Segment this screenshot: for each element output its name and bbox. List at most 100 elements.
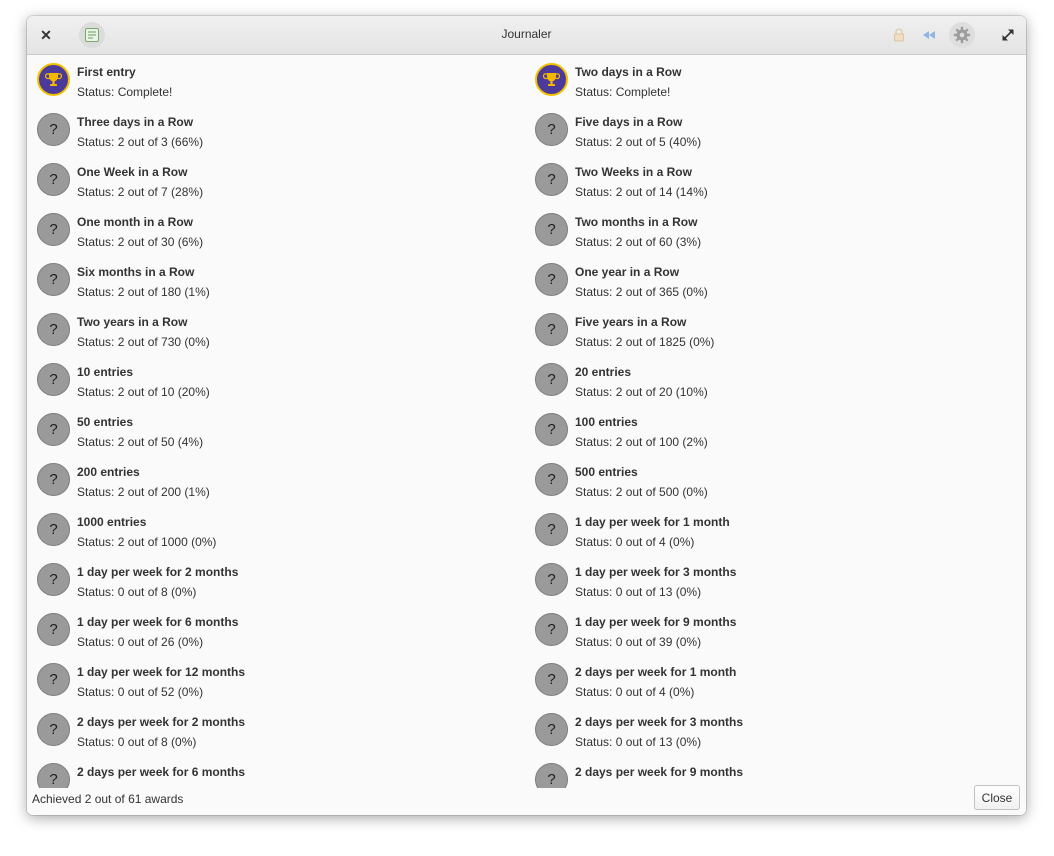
question-mark-icon xyxy=(535,463,568,496)
question-mark-icon xyxy=(37,263,70,296)
question-mark-icon xyxy=(535,713,568,746)
award-item: 2 days per week for 9 months xyxy=(525,755,1023,788)
award-item: One year in a Row Status: 2 out of 365 (0… xyxy=(525,255,1023,305)
question-mark-icon xyxy=(37,763,70,788)
award-status: Status: 0 out of 8 (0%) xyxy=(77,585,197,599)
award-item: First entry Status: Complete! xyxy=(27,55,525,105)
award-status: Status: 0 out of 26 (0%) xyxy=(77,635,204,649)
award-status: Status: 0 out of 13 (0%) xyxy=(575,735,702,749)
award-item: 50 entries Status: 2 out of 50 (4%) xyxy=(27,405,525,455)
question-mark-icon xyxy=(535,163,568,196)
award-status: Status: 2 out of 7 (28%) xyxy=(77,185,204,199)
award-name: 20 entries xyxy=(575,365,632,379)
award-item: Five days in a Row Status: 2 out of 5 (40… xyxy=(525,105,1023,155)
question-mark-icon xyxy=(535,313,568,346)
award-status: Status: 2 out of 3 (66%) xyxy=(77,135,204,149)
question-mark-icon xyxy=(535,763,568,788)
question-mark-icon xyxy=(535,663,568,696)
award-item: 1 day per week for 12 months Status: 0 ou… xyxy=(27,655,525,705)
award-status: Status: 2 out of 100 (2%) xyxy=(575,435,708,449)
award-name: 1 day per week for 9 months xyxy=(575,615,737,629)
award-name: 2 days per week for 2 months xyxy=(77,715,246,729)
question-mark-icon xyxy=(535,513,568,546)
question-mark-icon xyxy=(37,413,70,446)
question-mark-icon xyxy=(535,563,568,596)
award-name: 200 entries xyxy=(77,465,140,479)
window-title: Journaler xyxy=(501,27,552,41)
award-name: 2 days per week for 9 months xyxy=(575,765,744,779)
award-status: Status: 0 out of 4 (0%) xyxy=(575,685,695,699)
award-name: 1 day per week for 6 months xyxy=(77,615,239,629)
question-mark-icon xyxy=(37,563,70,596)
award-item: Three days in a Row Status: 2 out of 3 (6… xyxy=(27,105,525,155)
award-item: 1 day per week for 1 month Status: 0 out … xyxy=(525,505,1023,555)
award-name: 2 days per week for 3 months xyxy=(575,715,744,729)
question-mark-icon xyxy=(37,163,70,196)
question-mark-icon xyxy=(535,413,568,446)
award-item: 200 entries Status: 2 out of 200 (1%) xyxy=(27,455,525,505)
question-mark-icon xyxy=(37,713,70,746)
award-item: Two years in a Row Status: 2 out of 730 (… xyxy=(27,305,525,355)
question-mark-icon xyxy=(37,663,70,696)
award-status: Status: 2 out of 730 (0%) xyxy=(77,335,210,349)
award-name: 2 days per week for 6 months xyxy=(77,765,246,779)
award-name: 10 entries xyxy=(77,365,134,379)
question-mark-icon xyxy=(535,263,568,296)
award-status: Status: 2 out of 180 (1%) xyxy=(77,285,210,299)
maximize-button[interactable] xyxy=(995,22,1021,48)
award-item: 1000 entries Status: 2 out of 1000 (0%) xyxy=(27,505,525,555)
award-item: 500 entries Status: 2 out of 500 (0%) xyxy=(525,455,1023,505)
award-item: Two days in a Row Status: Complete! xyxy=(525,55,1023,105)
lock-button[interactable] xyxy=(886,22,912,48)
award-status: Status: 2 out of 365 (0%) xyxy=(575,285,708,299)
award-name: Two Weeks in a Row xyxy=(575,165,692,179)
question-mark-icon xyxy=(37,513,70,546)
award-name: First entry xyxy=(77,65,136,79)
question-mark-icon xyxy=(37,363,70,396)
award-status: Status: 2 out of 200 (1%) xyxy=(77,485,210,499)
award-name: 1 day per week for 1 month xyxy=(575,515,730,529)
award-status: Status: 2 out of 20 (10%) xyxy=(575,385,708,399)
award-name: 1 day per week for 12 months xyxy=(77,665,246,679)
trophy-icon xyxy=(535,63,568,96)
settings-button[interactable] xyxy=(949,22,975,48)
award-name: Five years in a Row xyxy=(575,315,687,329)
award-name: Two months in a Row xyxy=(575,215,698,229)
award-status: Status: 2 out of 1825 (0%) xyxy=(575,335,715,349)
awards-list-scroll[interactable]: First entry Status: Complete! Two days in … xyxy=(27,55,1026,788)
rewind-button[interactable] xyxy=(916,22,942,48)
question-mark-icon xyxy=(37,313,70,346)
award-status: Status: Complete! xyxy=(575,85,671,99)
maximize-icon xyxy=(1002,29,1014,41)
award-item: Six months in a Row Status: 2 out of 180 … xyxy=(27,255,525,305)
awards-summary: Achieved 2 out of 61 awards xyxy=(32,792,184,806)
question-mark-icon xyxy=(535,213,568,246)
award-status: Status: 2 out of 50 (4%) xyxy=(77,435,204,449)
award-name: 1000 entries xyxy=(77,515,147,529)
award-item: 1 day per week for 9 months Status: 0 out… xyxy=(525,605,1023,655)
award-status: Status: Complete! xyxy=(77,85,173,99)
award-item: One month in a Row Status: 2 out of 30 (6… xyxy=(27,205,525,255)
question-mark-icon xyxy=(37,463,70,496)
award-status: Status: 0 out of 39 (0%) xyxy=(575,635,702,649)
award-item: 1 day per week for 2 months Status: 0 out… xyxy=(27,555,525,605)
award-name: One year in a Row xyxy=(575,265,680,279)
question-mark-icon xyxy=(37,213,70,246)
award-item: 20 entries Status: 2 out of 20 (10%) xyxy=(525,355,1023,405)
close-button[interactable]: Close xyxy=(974,785,1020,810)
award-status: Status: 2 out of 1000 (0%) xyxy=(77,535,217,549)
award-name: 50 entries xyxy=(77,415,134,429)
award-name: Three days in a Row xyxy=(77,115,194,129)
question-mark-icon xyxy=(535,363,568,396)
award-item: 2 days per week for 2 months Status: 0 ou… xyxy=(27,705,525,755)
awards-window: ✕ Journaler First entry Status: Complete… xyxy=(27,16,1026,815)
award-name: Six months in a Row xyxy=(77,265,195,279)
award-name: 1 day per week for 2 months xyxy=(77,565,239,579)
award-item: 1 day per week for 3 months Status: 0 out… xyxy=(525,555,1023,605)
award-name: One month in a Row xyxy=(77,215,193,229)
footer: Achieved 2 out of 61 awards Close xyxy=(27,785,1026,815)
award-item: Five years in a Row Status: 2 out of 1825… xyxy=(525,305,1023,355)
award-status: Status: 0 out of 4 (0%) xyxy=(575,535,695,549)
award-name: One Week in a Row xyxy=(77,165,188,179)
gear-icon xyxy=(953,26,971,44)
